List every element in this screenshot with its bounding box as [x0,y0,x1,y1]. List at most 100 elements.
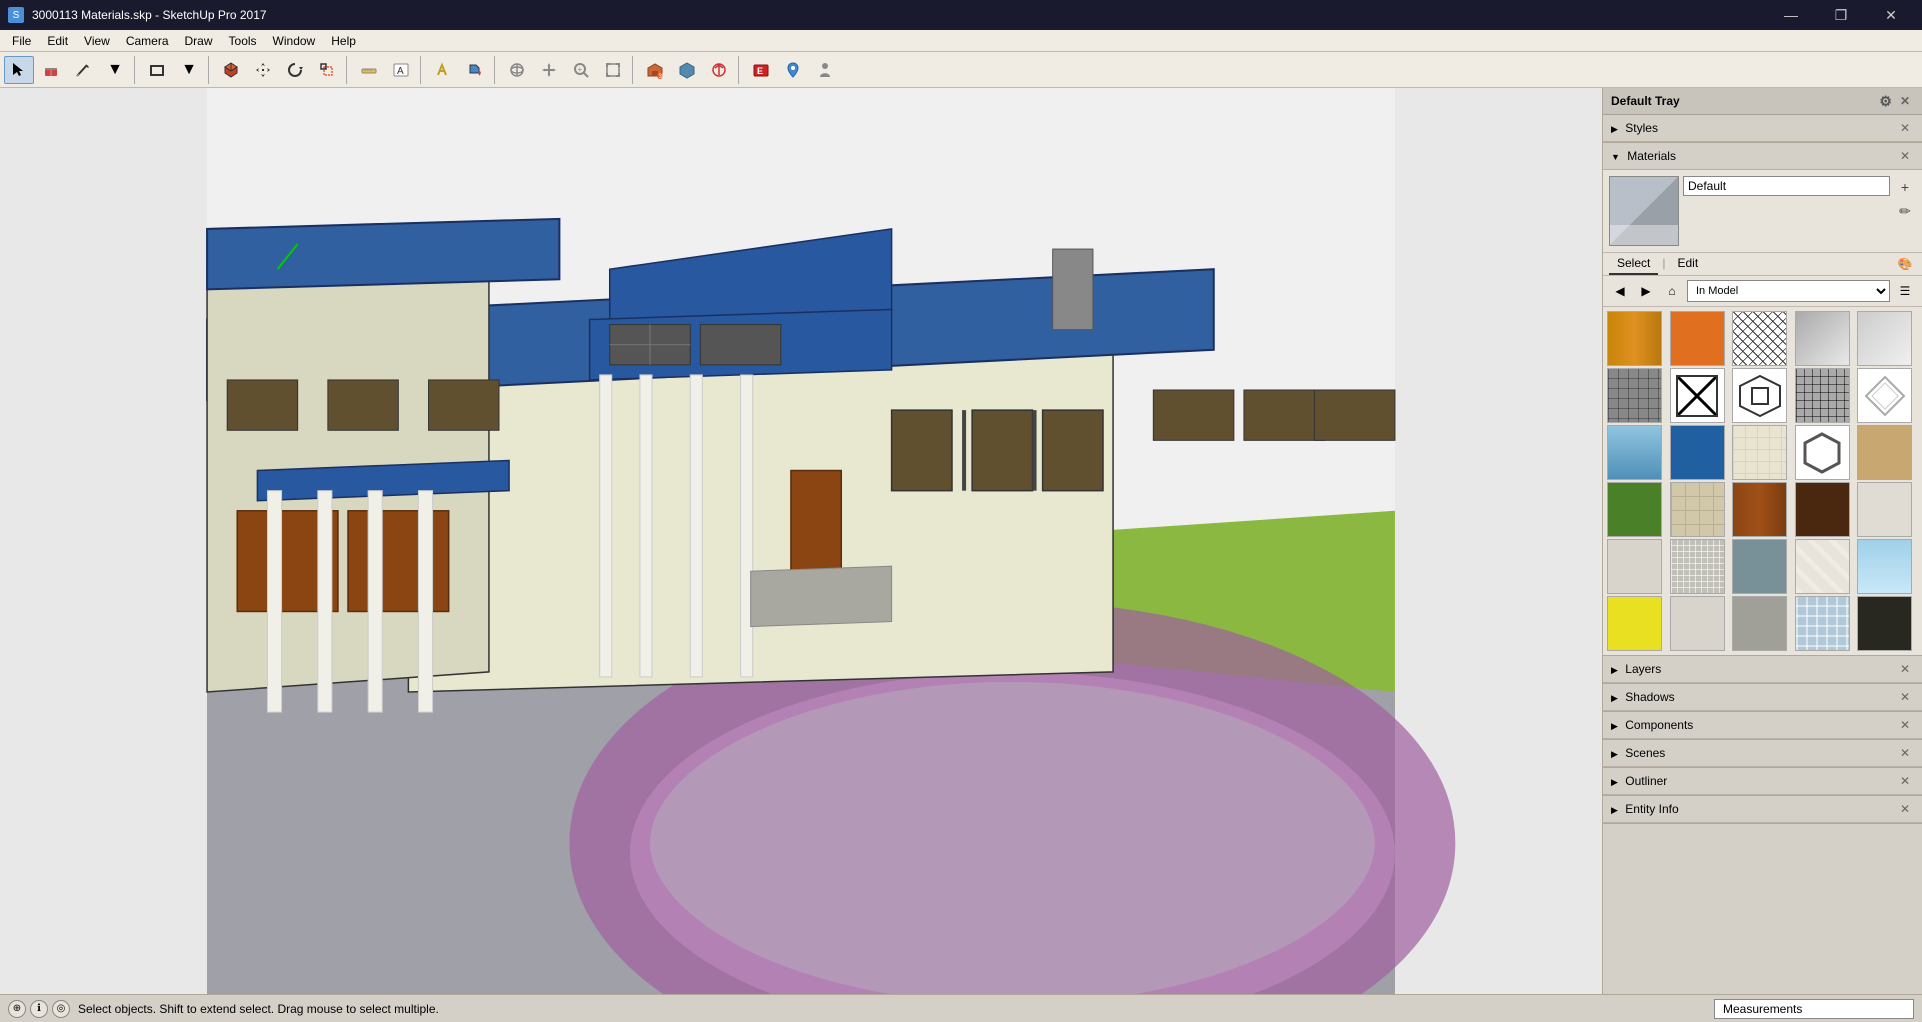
scenes-close-btn[interactable]: ✕ [1896,744,1914,762]
swatch-yellow[interactable] [1607,596,1662,651]
swatch-glass-grid[interactable] [1795,596,1850,651]
material-select-tab[interactable]: Select [1609,253,1658,275]
materials-close-btn[interactable]: ✕ [1896,147,1914,165]
components-section-header[interactable]: Components ✕ [1603,712,1922,739]
paint-tool-button[interactable] [460,56,490,84]
swatch-dark-blue[interactable] [1670,425,1725,480]
swatch-wood-light[interactable] [1607,311,1662,366]
material-back-btn[interactable]: ◀ [1609,280,1631,302]
status-icon-scene[interactable]: ◎ [52,1000,70,1018]
outliner-close-btn[interactable]: ✕ [1896,772,1914,790]
material-edit-btn[interactable]: ✏ [1894,200,1916,222]
menu-help[interactable]: Help [323,32,364,50]
components-btn[interactable] [672,56,702,84]
swatch-pattern-light[interactable] [1670,539,1725,594]
3dtext-tool-button[interactable] [428,56,458,84]
styles-section-header[interactable]: Styles ✕ [1603,115,1922,142]
status-icon-geo[interactable]: ⊕ [8,1000,26,1018]
swatch-concrete[interactable] [1732,596,1787,651]
menu-edit[interactable]: Edit [39,32,76,50]
swatch-light-gray[interactable] [1607,539,1662,594]
extension-warehouse-btn[interactable]: E [746,56,776,84]
material-create-btn[interactable]: + [1894,176,1916,198]
status-icon-info[interactable]: ℹ [30,1000,48,1018]
menu-window[interactable]: Window [265,32,324,50]
layers-section-header[interactable]: Layers ✕ [1603,656,1922,683]
swatch-crosshatch[interactable] [1732,311,1787,366]
menu-tools[interactable]: Tools [221,32,265,50]
orbit-tool-button[interactable] [502,56,532,84]
viewport[interactable] [0,88,1602,994]
swatch-orange[interactable] [1670,311,1725,366]
rotate-tool-button[interactable] [280,56,310,84]
tape-tool-button[interactable] [354,56,384,84]
swatch-glass-blue[interactable] [1795,539,1850,594]
menu-camera[interactable]: Camera [118,32,177,50]
text-tool-button[interactable]: A [386,56,416,84]
tray-close-icon[interactable]: ✕ [1896,92,1914,110]
pushpull-tool-button[interactable] [216,56,246,84]
pan-tool-button[interactable] [534,56,564,84]
zoom-tool-button[interactable]: + [566,56,596,84]
menu-draw[interactable]: Draw [177,32,221,50]
select-tool-button[interactable] [4,56,34,84]
material-sample-btn[interactable]: 🎨 [1894,253,1916,275]
scenes-section-header[interactable]: Scenes ✕ [1603,740,1922,767]
swatch-square-octagon[interactable] [1732,368,1787,423]
rectangle-dropdown[interactable]: ▼ [174,56,204,84]
styles-close-btn[interactable]: ✕ [1896,119,1914,137]
swatch-empty2[interactable] [1670,596,1725,651]
swatch-gray-fade[interactable] [1795,311,1850,366]
components-close-btn[interactable]: ✕ [1896,716,1914,734]
swatch-grid[interactable] [1795,368,1850,423]
swatch-dark-texture[interactable] [1857,596,1912,651]
rectangle-tool-button[interactable] [142,56,172,84]
swatch-diamond[interactable] [1857,368,1912,423]
person-btn[interactable] [810,56,840,84]
zoom-extents-button[interactable] [598,56,628,84]
material-name-input[interactable] [1683,176,1890,196]
material-forward-btn[interactable]: ▶ [1635,280,1657,302]
menu-view[interactable]: View [76,32,118,50]
swatch-gray-fade2[interactable] [1857,311,1912,366]
shadows-section-header[interactable]: Shadows ✕ [1603,684,1922,711]
swatch-x-pattern[interactable] [1670,368,1725,423]
material-details-btn[interactable]: ☰ [1894,280,1916,302]
swatch-tan[interactable] [1857,425,1912,480]
swatch-blue-tile[interactable] [1607,425,1662,480]
menu-file[interactable]: File [4,32,39,50]
swatch-blue-gray[interactable] [1732,539,1787,594]
swatch-empty1[interactable] [1857,482,1912,537]
material-edit-tab[interactable]: Edit [1669,253,1706,275]
swatch-dark-brown[interactable] [1795,482,1850,537]
measurements-box[interactable]: Measurements [1714,999,1914,1019]
entity-info-close-btn[interactable]: ✕ [1896,800,1914,818]
swatch-hexagon[interactable] [1795,425,1850,480]
scale-tool-button[interactable] [312,56,342,84]
eraser-tool-button[interactable] [36,56,66,84]
warehouse-button[interactable]: 3D [640,56,670,84]
material-library-dropdown[interactable]: In Model All Materials Materials Library [1687,280,1890,302]
swatch-cream[interactable] [1732,425,1787,480]
move-tool-button[interactable] [248,56,278,84]
entity-info-section-header[interactable]: Entity Info ✕ [1603,796,1922,823]
shadows-close-btn[interactable]: ✕ [1896,688,1914,706]
add-location-btn[interactable] [778,56,808,84]
pencil-tool-button[interactable] [68,56,98,84]
materials-section-header[interactable]: Materials ✕ [1603,143,1922,170]
layers-close-btn[interactable]: ✕ [1896,660,1914,678]
maximize-button[interactable]: ❐ [1818,0,1864,30]
pencil-dropdown[interactable]: ▼ [100,56,130,84]
swatch-dark-tile[interactable] [1607,368,1662,423]
swatch-sky[interactable] [1857,539,1912,594]
tray-options-icon[interactable]: ⚙ [1879,93,1892,110]
outliner-section-header[interactable]: Outliner ✕ [1603,768,1922,795]
material-home-btn[interactable]: ⌂ [1661,280,1683,302]
measurements-label: Measurements [1723,1002,1802,1016]
close-button[interactable]: ✕ [1868,0,1914,30]
swatch-beige-tile[interactable] [1670,482,1725,537]
swatch-wood-dark[interactable] [1732,482,1787,537]
minimize-button[interactable]: — [1768,0,1814,30]
swatch-green[interactable] [1607,482,1662,537]
share-btn[interactable] [704,56,734,84]
